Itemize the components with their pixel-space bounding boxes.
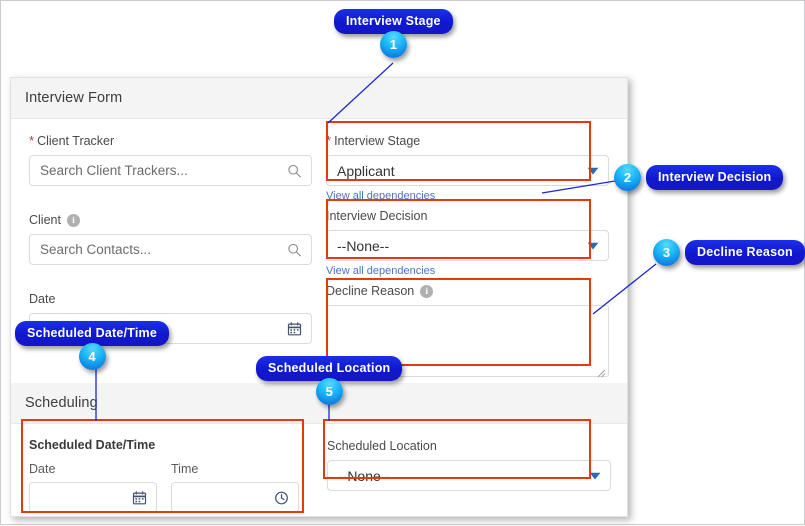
- label-text: Client: [29, 213, 61, 227]
- info-icon[interactable]: i: [66, 213, 80, 227]
- clock-icon[interactable]: [274, 490, 289, 505]
- field-client-tracker: * Client Tracker Search Client Trackers.…: [29, 133, 312, 186]
- field-interview-decision: Interview Decision --None-- View all dep…: [326, 208, 609, 279]
- callout-4-number: 4: [78, 343, 106, 370]
- label-text: Scheduled Location: [327, 439, 437, 453]
- scheduling-column-right: Scheduled Location --None--: [327, 438, 611, 513]
- client-input[interactable]: Search Contacts...: [29, 234, 312, 265]
- scheduled-date-time-group-label: Scheduled Date/Time: [29, 438, 156, 452]
- interview-form-card: Interview Form * Client Tracker Search C…: [10, 77, 628, 517]
- callout-3: 3 Decline Reason: [653, 239, 805, 266]
- client-tracker-input[interactable]: Search Client Trackers...: [29, 155, 312, 186]
- scheduled-time-input[interactable]: [171, 482, 299, 513]
- view-all-dependencies-link-stage[interactable]: View all dependencies: [326, 190, 435, 202]
- interview-stage-value: Applicant: [337, 162, 395, 179]
- search-icon[interactable]: [287, 242, 302, 257]
- scheduling-column-left: Scheduled Date/Time Date Time: [29, 438, 313, 513]
- callout-1: Interview Stage 1: [334, 9, 453, 58]
- interview-stage-label: * Interview Stage: [326, 133, 609, 149]
- label-text: Interview Decision: [326, 209, 428, 223]
- form-column-right: * Interview Stage Applicant View all dep…: [326, 133, 609, 381]
- callout-3-number: 3: [653, 239, 680, 266]
- client-label: Client i: [29, 212, 312, 228]
- decline-reason-label: Decline Reason i: [326, 283, 609, 299]
- interview-decision-select[interactable]: --None--: [326, 230, 609, 261]
- label-text: Interview Stage: [334, 134, 421, 148]
- client-placeholder: Search Contacts...: [40, 242, 152, 257]
- callout-5: Scheduled Location 5: [256, 356, 403, 405]
- field-interview-stage: * Interview Stage Applicant View all dep…: [326, 133, 609, 204]
- required-asterisk: *: [29, 133, 35, 148]
- search-icon[interactable]: [287, 163, 302, 178]
- callout-5-number: 5: [315, 378, 343, 405]
- chevron-down-icon[interactable]: [587, 241, 599, 250]
- label-text: Date: [29, 292, 56, 306]
- callout-4: Scheduled Date/Time 4: [15, 321, 169, 370]
- scheduled-time-label: Time: [171, 462, 199, 476]
- field-client: Client i Search Contacts...: [29, 212, 312, 265]
- callout-2-number: 2: [614, 164, 641, 191]
- interview-decision-label: Interview Decision: [326, 208, 609, 224]
- chevron-down-icon[interactable]: [589, 471, 601, 480]
- section-title: Interview Form: [25, 90, 123, 106]
- info-icon[interactable]: i: [420, 284, 434, 298]
- required-asterisk: *: [326, 133, 332, 148]
- scheduled-date-input[interactable]: [29, 482, 157, 513]
- screenshot-root: Interview Form * Client Tracker Search C…: [0, 0, 805, 525]
- label-text: Client Tracker: [37, 134, 115, 148]
- callout-1-number: 1: [379, 31, 407, 58]
- calendar-icon[interactable]: [287, 321, 302, 336]
- scheduling-body: Scheduled Date/Time Date Time Scheduled …: [29, 438, 611, 513]
- interview-decision-value: --None--: [337, 237, 390, 254]
- field-scheduled-date: Date: [29, 462, 157, 513]
- label-text: Decline Reason: [326, 284, 415, 298]
- scheduled-location-label: Scheduled Location: [327, 438, 611, 454]
- callout-2-label: Interview Decision: [646, 165, 784, 190]
- view-all-dependencies-link-decision[interactable]: View all dependencies: [326, 265, 435, 277]
- section-header-interview-form: Interview Form: [11, 78, 627, 119]
- field-scheduled-time: Time: [171, 462, 299, 513]
- chevron-down-icon[interactable]: [587, 166, 599, 175]
- scheduled-location-select[interactable]: --None--: [327, 460, 611, 491]
- client-tracker-label: * Client Tracker: [29, 133, 312, 149]
- callout-3-label: Decline Reason: [685, 240, 805, 265]
- resize-handle-icon[interactable]: [596, 365, 606, 378]
- date-label: Date: [29, 291, 312, 307]
- scheduled-date-label: Date: [29, 462, 56, 476]
- client-tracker-placeholder: Search Client Trackers...: [40, 163, 188, 178]
- field-scheduled-location: Scheduled Location --None--: [327, 438, 611, 491]
- interview-stage-select[interactable]: Applicant: [326, 155, 609, 186]
- scheduled-location-value: --None--: [338, 467, 391, 484]
- calendar-icon[interactable]: [132, 490, 147, 505]
- section-title: Scheduling: [25, 395, 98, 411]
- callout-2: 2 Interview Decision: [614, 164, 784, 191]
